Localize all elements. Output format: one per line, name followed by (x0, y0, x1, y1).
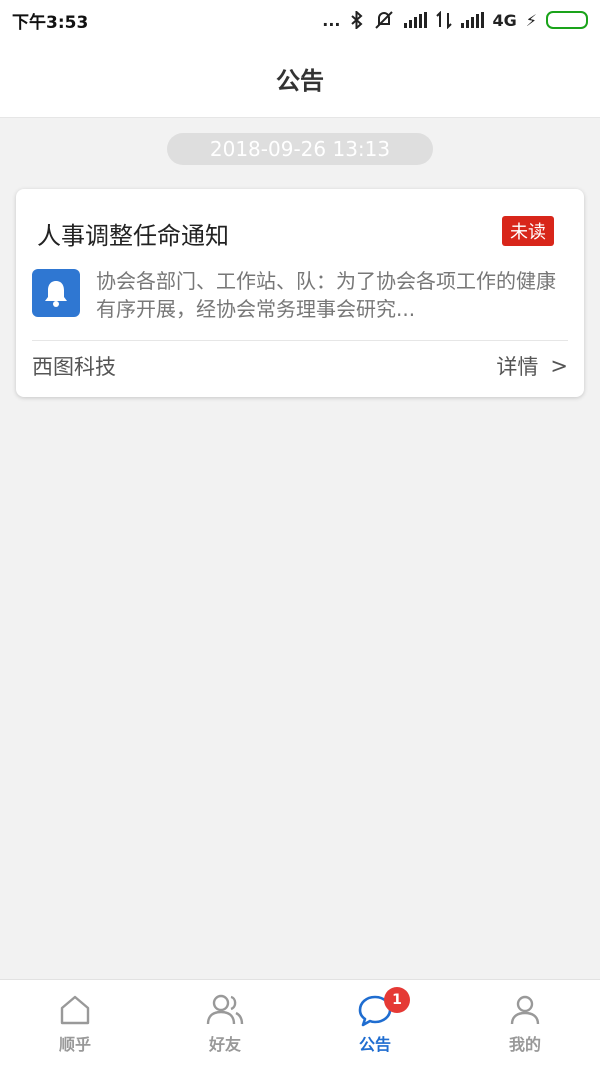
bell-icon (32, 269, 80, 317)
app-header: 公告 (0, 40, 600, 118)
home-icon (60, 995, 90, 1025)
status-icons: ... 4G ⚡ (322, 10, 588, 30)
friends-icon (206, 994, 244, 1025)
network-type: 4G (492, 10, 517, 30)
unread-badge: 未读 (502, 216, 554, 246)
detail-link[interactable]: 详情 > (496, 351, 568, 381)
charging-icon: ⚡ (525, 10, 537, 30)
person-icon (510, 995, 540, 1025)
signal-strength-icon (403, 12, 427, 28)
chevron-right-icon: > (550, 354, 568, 378)
notice-summary: 协会各部门、工作站、队：为了协会各项工作的健康有序开展，经协会常务理事会研究..… (96, 269, 556, 321)
detail-label: 详情 (496, 355, 539, 379)
nav-item-home[interactable]: 顺乎 (0, 980, 150, 1068)
bluetooth-icon (350, 11, 363, 29)
nav-item-mine[interactable]: 我的 (450, 980, 600, 1068)
nav-label-friends: 好友 (208, 1035, 241, 1054)
date-separator: 2018-09-26 13:13 (167, 133, 433, 165)
notice-card[interactable]: 人事调整任命通知 未读 协会各部门、工作站、队：为了协会各项工作的健康有序开展，… (16, 189, 584, 397)
nav-item-friends[interactable]: 好友 (150, 980, 300, 1068)
card-divider (32, 340, 568, 341)
nav-label-home: 顺乎 (58, 1035, 91, 1054)
notice-source: 西图科技 (32, 355, 116, 379)
more-dots-icon: ... (322, 10, 341, 30)
signal-strength-icon-2 (460, 12, 484, 28)
page-title: 公告 (276, 67, 324, 95)
status-bar: 下午3:53 ... 4G ⚡ (0, 0, 600, 40)
notice-title: 人事调整任命通知 (37, 222, 229, 250)
nav-label-notice: 公告 (358, 1035, 391, 1054)
nav-item-notice[interactable]: 1 公告 (300, 980, 450, 1068)
notice-count-badge: 1 (384, 987, 410, 1013)
status-time: 下午3:53 (12, 12, 89, 33)
nav-label-mine: 我的 (508, 1035, 541, 1054)
mute-bell-icon (374, 11, 393, 29)
battery-icon (546, 11, 588, 29)
data-transfer-icon (435, 11, 452, 29)
bottom-nav: 顺乎 好友 1 公告 我的 (0, 979, 600, 1068)
